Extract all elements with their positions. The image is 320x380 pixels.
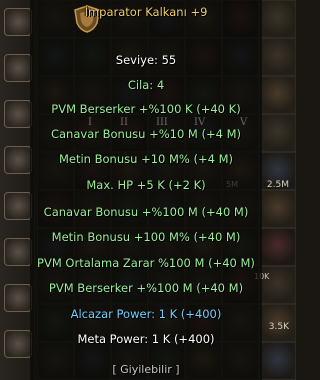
attribute-line: PVM Ortalama Zarar %100 M (+40 M) [37, 256, 255, 270]
inventory-slot[interactable] [259, 114, 296, 152]
attribute-line: PVM Berserker +%100 K (+40 K) [51, 102, 241, 116]
crest-icon[interactable] [4, 8, 32, 36]
attribute-line: Max. HP +5 K (+2 K) [86, 178, 206, 192]
attribute-line: Canavar Bonusu +%100 M (+40 M) [43, 205, 249, 219]
item-upgrade: Cila: 4 [127, 78, 165, 92]
crystal-icon[interactable] [4, 238, 32, 266]
item-level: Seviye: 55 [115, 53, 177, 67]
target-icon[interactable] [4, 330, 32, 358]
inventory-slot[interactable] [259, 38, 296, 76]
character-icon[interactable] [4, 146, 32, 174]
wearable-label: [ Giyilebilir ] [112, 363, 180, 376]
attribute-line: Metin Bonusu +100 M% (+40 M) [51, 230, 241, 244]
equipment-icon[interactable] [4, 192, 32, 220]
inventory-slot[interactable] [259, 190, 296, 228]
attribute-line: Canavar Bonusu +%10 M (+4 M) [50, 127, 242, 141]
alcazar-power: Alcazar Power: 1 K (+400) [70, 307, 222, 321]
scroll-icon[interactable] [4, 100, 32, 128]
key-icon[interactable] [4, 54, 32, 82]
attribute-line: PVM Berserker +%100 M (+40 M) [48, 281, 244, 295]
bag-icon[interactable] [4, 284, 32, 312]
item-title: İmparator Kalkanı +9 [84, 5, 208, 19]
inventory-slot[interactable] [259, 228, 296, 266]
inventory-slot[interactable] [259, 76, 296, 114]
inventory-slot[interactable] [259, 0, 296, 38]
attribute-line: Metin Bonusu +10 M% (+4 M) [58, 152, 234, 166]
stack-count-label: 2.5M [266, 180, 289, 190]
stack-count-label: 3.5K [268, 322, 289, 332]
inventory-slot[interactable] [259, 342, 296, 380]
item-tooltip: İmparator Kalkanı +9 Seviye: 55 Cila: 4 … [30, 0, 262, 380]
meta-power: Meta Power: 1 K (+400) [77, 332, 215, 346]
